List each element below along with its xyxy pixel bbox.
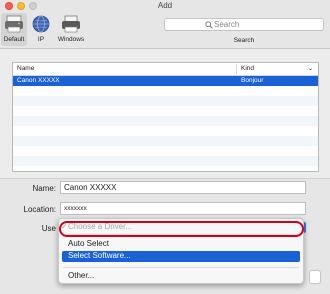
empty-row xyxy=(13,96,318,106)
add-button[interactable] xyxy=(309,270,321,284)
default-printer-icon xyxy=(5,15,23,33)
printer-name-cell: Canon XXXXX xyxy=(17,77,60,84)
empty-row xyxy=(13,116,318,126)
title-bar: Add xyxy=(0,0,330,12)
name-field[interactable]: Canon XXXXX xyxy=(60,181,306,194)
menu-separator xyxy=(63,267,299,268)
empty-row xyxy=(13,86,318,96)
location-field[interactable]: xxxxxxx xyxy=(60,202,306,215)
menu-item-label: Other... xyxy=(68,271,95,280)
column-header-name[interactable]: Name xyxy=(17,65,34,72)
magnifier-icon xyxy=(205,21,213,29)
toolbar-ip-button[interactable]: IP xyxy=(30,14,52,43)
toolbar-ip-label: IP xyxy=(37,36,45,43)
menu-item-label: Select Software... xyxy=(68,251,131,260)
empty-row xyxy=(13,146,318,156)
menu-item-select-software[interactable]: Select Software... xyxy=(62,251,300,262)
toolbar-default-button[interactable]: Default xyxy=(1,13,27,46)
toolbar-windows-button[interactable]: Windows xyxy=(55,14,87,43)
printer-list[interactable]: Name Kind ⌄ Canon XXXXX Bonjour xyxy=(12,62,319,172)
menu-item-label: Auto Select xyxy=(68,239,109,248)
toolbar: Default IP Windows Search Search xyxy=(0,12,330,49)
toolbar-windows-label: Windows xyxy=(57,36,85,43)
location-label: Location: xyxy=(23,205,56,214)
menu-item-auto-select[interactable]: Auto Select xyxy=(59,239,303,249)
search-placeholder: Search xyxy=(214,20,240,29)
column-divider xyxy=(236,64,237,74)
empty-row xyxy=(13,136,318,146)
search-label: Search xyxy=(233,37,255,44)
printer-kind-cell: Bonjour xyxy=(241,77,264,84)
windows-printer-icon xyxy=(62,15,80,33)
use-label: Use xyxy=(41,224,56,233)
window-title: Add xyxy=(157,1,173,10)
empty-row xyxy=(13,106,318,116)
highlight-ring xyxy=(59,221,304,237)
list-row[interactable]: Canon XXXXX Bonjour xyxy=(13,76,318,86)
toolbar-default-label: Default xyxy=(3,36,25,43)
column-header-kind[interactable]: Kind xyxy=(241,65,254,72)
list-header: Name Kind ⌄ xyxy=(13,63,318,76)
empty-row xyxy=(13,156,318,166)
menu-item-other[interactable]: Other... xyxy=(59,271,303,281)
empty-row xyxy=(13,126,318,136)
name-label: Name: xyxy=(32,184,56,193)
globe-icon xyxy=(32,15,50,33)
search-input[interactable]: Search xyxy=(164,18,324,31)
chevron-down-icon[interactable]: ⌄ xyxy=(308,65,313,72)
